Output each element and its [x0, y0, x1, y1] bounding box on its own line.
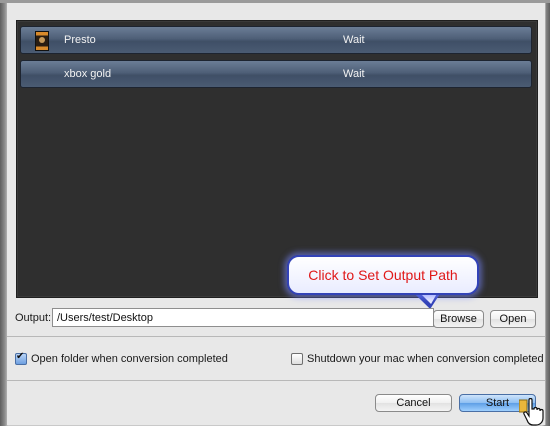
open-button[interactable]: Open — [490, 310, 536, 328]
task-name: Presto — [64, 34, 96, 46]
browse-button[interactable]: Browse — [433, 310, 484, 328]
hand-pointer-icon — [519, 398, 544, 426]
conversion-dialog: Presto Wait xbox gold Wait Click to Set … — [6, 3, 546, 426]
task-name: xbox gold — [64, 68, 112, 80]
open-folder-checkbox[interactable] — [15, 351, 27, 365]
divider — [7, 380, 545, 381]
video-thumbnail-icon — [35, 31, 49, 51]
task-status: Wait — [343, 34, 365, 46]
task-status: Wait — [343, 68, 365, 80]
task-row[interactable]: Presto Wait — [20, 26, 532, 54]
task-row[interactable]: xbox gold Wait — [20, 60, 532, 88]
divider — [7, 336, 545, 337]
shutdown-option[interactable]: Shutdown your mac when conversion comple… — [291, 353, 544, 365]
output-path-field[interactable] — [52, 308, 434, 327]
output-label: Output: — [15, 312, 52, 324]
open-folder-label: Open folder when conversion completed — [31, 353, 228, 365]
shutdown-checkbox[interactable] — [291, 353, 303, 365]
shutdown-label: Shutdown your mac when conversion comple… — [307, 353, 544, 365]
cancel-button[interactable]: Cancel — [375, 394, 452, 412]
callout-text: Click to Set Output Path — [308, 267, 458, 283]
output-path-callout: Click to Set Output Path — [287, 255, 479, 295]
open-folder-option[interactable]: Open folder when conversion completed — [15, 351, 228, 365]
